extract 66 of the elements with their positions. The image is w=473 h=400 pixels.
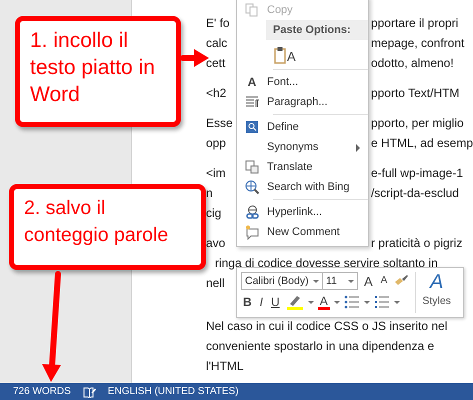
menu-item[interactable]: Search with Bing — [237, 177, 368, 197]
document-text: e-full wp-image-1 — [370, 165, 463, 182]
document-text: calc — [206, 35, 228, 52]
clipboard-icon — [274, 46, 286, 64]
bullet-list-icon[interactable] — [344, 295, 360, 309]
document-text: <im — [206, 165, 227, 182]
italic-button[interactable]: I — [258, 296, 266, 308]
document-text: pportare il propri — [370, 15, 458, 32]
document-text: /script-da-esclud — [370, 185, 459, 202]
brush-icon[interactable] — [393, 274, 410, 288]
highlighter-icon[interactable] — [286, 294, 304, 310]
document-text: r praticità o pigriz — [370, 235, 462, 252]
document-text: ringa di codice dovesse servire soltanto in — [214, 255, 438, 272]
menu-item[interactable]: Define — [237, 117, 368, 137]
grow-font-button[interactable]: A — [362, 274, 375, 288]
paste-text-only-button[interactable]: A — [272, 42, 298, 66]
document-text: e HTML, ad esemp — [370, 135, 473, 152]
document-text: n — [206, 185, 214, 202]
book-icon — [245, 120, 259, 134]
font-icon: A — [248, 75, 256, 89]
document-text: <h2 — [206, 85, 228, 102]
font-name-field[interactable]: Calibri (Body) — [241, 272, 323, 290]
menu-item[interactable]: Paragraph... — [237, 92, 368, 112]
caret-icon — [348, 280, 354, 282]
book-pencil-icon[interactable] — [82, 386, 96, 398]
annotation-callout: 2. salvo il conteggio parole — [9, 184, 206, 270]
font-color-button[interactable]: A — [318, 294, 330, 310]
caret-icon — [308, 300, 314, 304]
annotation-callout: 1. incollo il testo piatto in Word — [15, 16, 181, 127]
document-text: pporto Text/HTM — [370, 85, 460, 102]
document-text: cett — [206, 55, 226, 72]
translate-icon — [245, 160, 259, 174]
document-text: conveniente spostarlo in una dipendenza e — [206, 338, 434, 355]
menu-header: Paste Options: — [266, 20, 368, 40]
globe-search-icon — [244, 180, 260, 194]
document-text: pporto, per miglio — [370, 115, 464, 132]
language-indicator[interactable]: ENGLISH (UNITED STATES) — [108, 386, 239, 397]
numbered-list-icon[interactable] — [374, 295, 390, 309]
document-text: avo — [206, 235, 226, 252]
document-text: cig — [206, 205, 222, 222]
styles-button[interactable]: A Styles — [415, 272, 453, 313]
paragraph-icon — [245, 96, 259, 108]
globe-link-icon — [244, 204, 260, 220]
document-text: opp — [206, 135, 227, 152]
font-size-field[interactable]: 11 — [322, 272, 358, 290]
menu-item[interactable]: Synonyms — [237, 137, 368, 157]
document-text: odotto, almeno! — [370, 55, 454, 72]
menu-item[interactable]: New Comment — [237, 222, 368, 242]
menu-item[interactable]: A Font... — [237, 72, 368, 92]
shrink-font-button[interactable]: A — [378, 276, 390, 286]
bold-button[interactable]: B — [241, 296, 254, 308]
caret-icon — [364, 300, 370, 304]
comment-icon — [244, 224, 260, 240]
document-text: E' fo — [206, 15, 229, 32]
caret-icon — [394, 300, 400, 304]
document-text: l'HTML — [206, 358, 244, 375]
caret-icon — [313, 280, 319, 282]
copy-icon — [245, 3, 259, 17]
underline-button[interactable]: U — [269, 296, 282, 308]
document-text: nell — [206, 275, 226, 292]
menu-item[interactable]: Translate — [237, 157, 368, 177]
document-text: mepage, confront — [370, 35, 464, 52]
document-text: Nel caso in cui il codice CSS o JS inserito nel — [206, 318, 448, 335]
caret-icon — [334, 300, 340, 304]
menu-item[interactable]: Hyperlink... — [237, 202, 368, 222]
word-count[interactable]: 726 WORDS — [13, 386, 71, 397]
